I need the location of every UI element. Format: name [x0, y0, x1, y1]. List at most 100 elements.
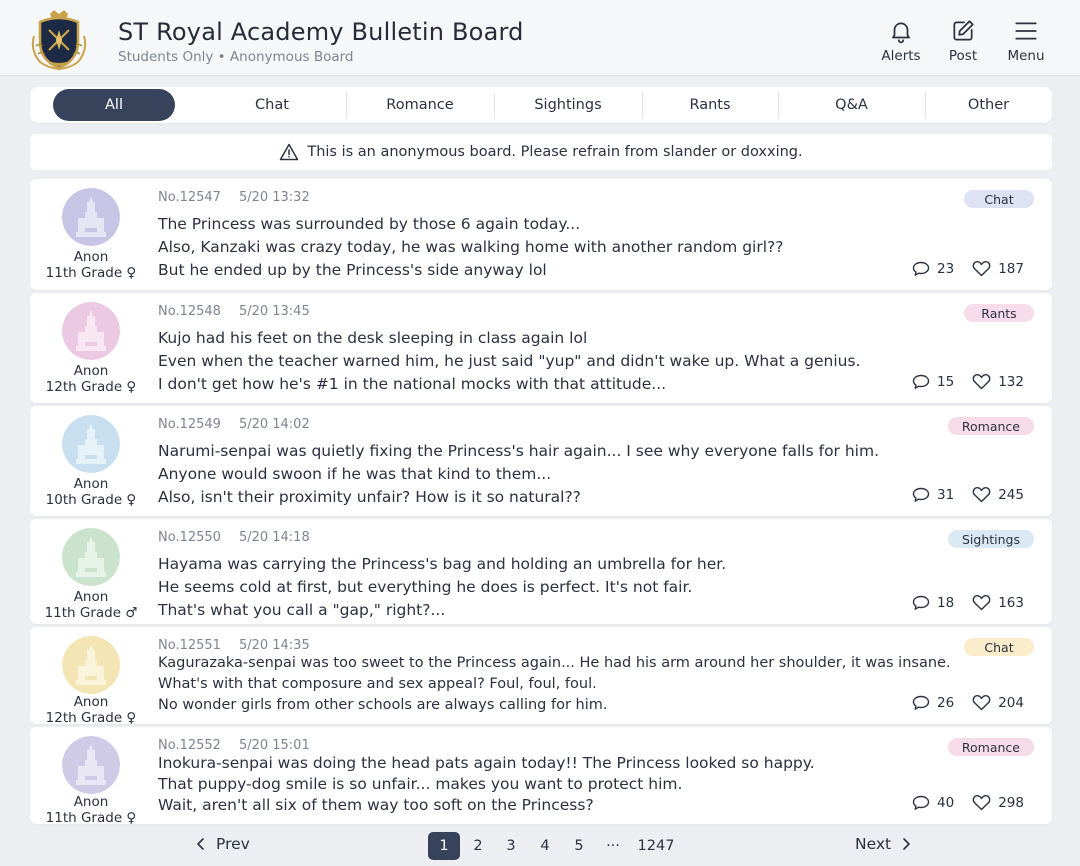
category-badge[interactable]: Rants	[964, 304, 1034, 322]
category-badge[interactable]: Chat	[964, 190, 1034, 208]
menu-button[interactable]: Menu	[994, 18, 1058, 70]
author-name: Anon	[73, 794, 109, 810]
category-badge[interactable]: Romance	[947, 738, 1034, 756]
likes-count: 187	[998, 260, 1024, 277]
post-card[interactable]: Anon 12th Grade ♀ No.12551 5/20 14:35 Kagura…	[30, 627, 1052, 726]
post-timestamp: 5/20 14:02	[238, 417, 310, 432]
post-card[interactable]: Anon 11th Grade ♀ No.12552 5/20 15:01 Inokur…	[30, 727, 1052, 826]
tab-chat[interactable]: Chat	[198, 87, 346, 123]
post-text-line: What's with that composure and sex appea…	[158, 676, 597, 692]
post-author: Anon 10th Grade ♀	[40, 476, 142, 508]
page-5[interactable]: 5	[565, 832, 593, 860]
page-2[interactable]: 2	[464, 832, 492, 860]
page-4[interactable]: 4	[531, 832, 559, 860]
likes-count-button[interactable]: 187	[972, 260, 1024, 277]
heart-icon	[972, 795, 991, 811]
post-timestamp: 5/20 13:45	[238, 304, 310, 319]
page-3[interactable]: 3	[497, 832, 525, 860]
prev-page-button[interactable]: Prev	[196, 835, 250, 853]
tab-sightings[interactable]: Sightings	[494, 87, 642, 123]
author-grade: 10th Grade ♀	[45, 492, 137, 508]
post-card[interactable]: Anon 10th Grade ♀ No.12549 5/20 14:02 Narumi…	[30, 406, 1052, 516]
post-author: Anon 11th Grade ♀	[40, 794, 142, 826]
likes-count: 204	[998, 694, 1024, 711]
comments-count-button[interactable]: 31	[912, 487, 954, 503]
comments-count: 23	[937, 260, 955, 277]
chevron-right-icon	[903, 838, 910, 850]
chevron-left-icon	[197, 838, 204, 850]
heart-icon	[972, 595, 991, 611]
category-badge[interactable]: Romance	[947, 417, 1034, 435]
comments-count: 18	[937, 594, 955, 611]
comments-count: 15	[937, 373, 955, 390]
likes-count: 163	[998, 594, 1024, 611]
page-1[interactable]: 1	[428, 832, 460, 860]
post-text-line: Kagurazaka-senpai was too sweet to the P…	[158, 655, 951, 671]
comments-count: 40	[937, 794, 955, 811]
tab-rants[interactable]: Rants	[642, 87, 778, 123]
post-text-line: Kujo had his feet on the desk sleeping i…	[158, 329, 588, 347]
comments-count-button[interactable]: 15	[912, 374, 954, 390]
notice-text: This is an anonymous board. Please refra…	[307, 144, 803, 160]
comments-count-button[interactable]: 23	[912, 261, 954, 277]
likes-count-button[interactable]: 163	[972, 594, 1024, 611]
prev-page-label: Prev	[216, 835, 250, 853]
next-page-button[interactable]: Next	[855, 835, 911, 853]
post-body[interactable]: Inokura-senpai was doing the head pats a…	[158, 753, 815, 816]
post-text-line: I don't get how he's #1 in the national …	[158, 375, 667, 393]
comment-bubble-icon	[912, 695, 930, 710]
post-stats: 23 187	[912, 260, 1024, 277]
post-meta: No.12551 5/20 14:35	[158, 638, 310, 653]
tab-other[interactable]: Other	[925, 87, 1052, 123]
comments-count-button[interactable]: 26	[912, 695, 954, 711]
heart-icon	[972, 695, 991, 711]
likes-count-button[interactable]: 204	[972, 694, 1024, 711]
page-ellipsis: ···	[606, 838, 620, 854]
alerts-button[interactable]: Alerts	[869, 18, 933, 70]
category-badge[interactable]: Sightings	[947, 530, 1034, 548]
author-name: Anon	[73, 363, 109, 379]
pagination: Prev 1 2 3 4 5 ··· 1247 Next	[0, 830, 1080, 862]
author-name: Anon	[73, 694, 109, 710]
post-button[interactable]: Post	[931, 18, 995, 70]
post-meta: No.12550 5/20 14:18	[158, 530, 310, 545]
avatar	[62, 528, 120, 586]
comment-bubble-icon	[912, 487, 930, 502]
app-header: ST Royal Academy Bulletin Board Students…	[0, 0, 1080, 76]
post-text-line: That's what you call a "gap," right?...	[158, 601, 446, 619]
likes-count-button[interactable]: 132	[972, 373, 1024, 390]
post-text-line: Wait, aren't all six of them way too sof…	[158, 796, 594, 814]
tab-all[interactable]: All	[30, 87, 198, 123]
page-last[interactable]: 1247	[636, 832, 676, 860]
post-body[interactable]: Kagurazaka-senpai was too sweet to the P…	[158, 653, 951, 716]
post-text-line: Even when the teacher warned him, he jus…	[158, 352, 861, 370]
post-timestamp: 5/20 15:01	[238, 738, 310, 753]
likes-count-button[interactable]: 245	[972, 486, 1024, 503]
post-body[interactable]: Kujo had his feet on the desk sleeping i…	[158, 327, 861, 396]
post-card[interactable]: Anon 11th Grade ♂ No.12550 5/20 14:18 Hayama…	[30, 519, 1052, 624]
academy-crest-icon[interactable]	[26, 6, 92, 72]
tab-qa[interactable]: Q&A	[778, 87, 925, 123]
comments-count-button[interactable]: 40	[912, 795, 954, 811]
category-badge[interactable]: Chat	[964, 638, 1034, 656]
post-body[interactable]: Hayama was carrying the Princess's bag a…	[158, 553, 726, 622]
post-text-line: Hayama was carrying the Princess's bag a…	[158, 555, 727, 573]
post-author: Anon 12th Grade ♀	[40, 363, 142, 395]
post-body[interactable]: The Princess was surrounded by those 6 a…	[158, 213, 783, 282]
hamburger-menu-icon	[1015, 22, 1037, 40]
likes-count: 245	[998, 486, 1024, 503]
post-author: Anon 11th Grade ♀	[40, 249, 142, 281]
post-card[interactable]: Anon 12th Grade ♀ No.12548 5/20 13:45 Kujo h…	[30, 293, 1052, 403]
bell-icon	[892, 22, 910, 44]
page-subtitle: Students Only • Anonymous Board	[118, 49, 354, 65]
post-body[interactable]: Narumi-senpai was quietly fixing the Pri…	[158, 440, 879, 509]
post-text-line: He seems cold at first, but everything h…	[158, 578, 693, 596]
author-grade: 12th Grade ♀	[45, 379, 137, 395]
comments-count: 31	[937, 486, 955, 503]
post-card[interactable]: Anon 11th Grade ♀ No.12547 5/20 13:32 The Pr…	[30, 179, 1052, 290]
likes-count-button[interactable]: 298	[972, 794, 1024, 811]
post-meta: No.12548 5/20 13:45	[158, 304, 310, 319]
comments-count-button[interactable]: 18	[912, 595, 954, 611]
post-number: No.12547	[158, 190, 221, 205]
tab-romance[interactable]: Romance	[346, 87, 494, 123]
